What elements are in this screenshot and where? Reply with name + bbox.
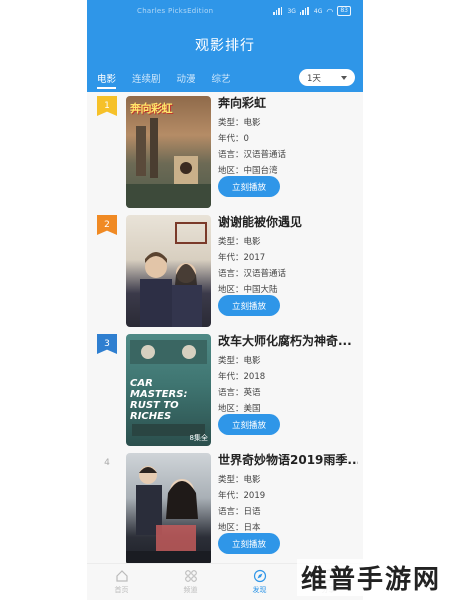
type-label: 类型： [218, 356, 244, 366]
region-value: 日本 [243, 523, 261, 533]
region-value: 中国台湾 [243, 166, 278, 176]
type-label: 类型： [218, 475, 244, 485]
region-value: 美国 [243, 404, 261, 414]
poster-image[interactable]: 奔向彩虹 [126, 96, 211, 208]
type-value: 电影 [243, 118, 261, 128]
signal-icon-2 [299, 7, 309, 15]
play-button[interactable]: 立刻播放 [218, 295, 280, 316]
nav-home[interactable]: 首页 [115, 569, 129, 595]
year-value: 2019 [243, 491, 266, 501]
play-button[interactable]: 立刻播放 [218, 176, 280, 197]
language-value: 汉语普通话 [243, 269, 287, 279]
rank-badge: 2 [97, 215, 117, 235]
page-title: 观影排行 [195, 38, 255, 54]
year-label: 年代： [218, 134, 244, 144]
region-label: 地区： [218, 404, 244, 414]
movie-info: 奔向彩虹 类型：电影 年代：0 语言：汉语普通话 地区：中国台湾 [218, 94, 358, 176]
list-item: 4 世界奇妙物语2019雨季... 类型：电影 年代：2019 语言：日语 地区… [87, 449, 363, 567]
nav-channel[interactable]: 频道 [184, 569, 198, 595]
list-item: 1 奔向彩虹 奔向彩虹 类型：电影 年代：0 语言：汉语普通话 地区：中国台湾 … [87, 92, 363, 210]
poster-title: CAR MASTERS: RUST TO RICHES [130, 378, 188, 422]
year-label: 年代： [218, 253, 244, 263]
play-button[interactable]: 立刻播放 [218, 414, 280, 435]
home-icon [115, 570, 128, 582]
type-value: 电影 [243, 237, 261, 247]
tab-anime[interactable]: 动漫 [177, 71, 196, 85]
poster-image[interactable] [126, 453, 211, 565]
region-value: 中国大陆 [243, 285, 278, 295]
movie-title[interactable]: 谢谢能被你遇见 [218, 213, 358, 230]
poster-image[interactable] [126, 215, 211, 327]
tab-series[interactable]: 连续剧 [132, 71, 161, 85]
play-button[interactable]: 立刻播放 [218, 533, 280, 554]
status-icons: 3G 4G ◠ 83 [273, 6, 351, 16]
type-label: 类型： [218, 237, 244, 247]
chevron-down-icon [341, 75, 347, 80]
category-tabs: 电影 连续剧 动漫 综艺 [97, 71, 231, 89]
rank-badge: 3 [97, 334, 117, 354]
poster-title: 奔向彩虹 [130, 102, 173, 115]
language-value: 英语 [243, 388, 261, 398]
wifi-icon: ◠ [326, 6, 334, 16]
grid-icon [184, 570, 197, 582]
movie-info: 谢谢能被你遇见 类型：电影 年代：2017 语言：汉语普通话 地区：中国大陆 [218, 213, 358, 295]
nav-discover-label: 发现 [252, 586, 267, 594]
year-label: 年代： [218, 491, 244, 501]
nav-channel-label: 频道 [183, 586, 198, 594]
language-label: 语言： [218, 269, 244, 279]
poster-art [140, 222, 207, 327]
region-label: 地区： [218, 523, 244, 533]
poster-image[interactable]: CAR MASTERS: RUST TO RICHES 8集全 [126, 334, 211, 446]
type-label: 类型： [218, 118, 244, 128]
signal-icon [273, 7, 283, 15]
rank-badge: 1 [97, 96, 117, 116]
phone-screen: Charles PicksEdition 3G 4G ◠ 83 观影排行 电影 … [87, 0, 363, 600]
movie-title[interactable]: 世界奇妙物语2019雨季... [218, 451, 358, 468]
tab-movies[interactable]: 电影 [97, 71, 117, 89]
rank-number: 4 [104, 458, 110, 468]
header: 观影排行 电影 连续剧 动漫 综艺 1天 [87, 22, 363, 92]
status-bar: Charles PicksEdition 3G 4G ◠ 83 [87, 0, 363, 22]
region-label: 地区： [218, 285, 244, 295]
year-value: 0 [243, 134, 249, 144]
year-label: 年代： [218, 372, 244, 382]
nav-discover[interactable]: 发现 [253, 569, 267, 595]
type-value: 电影 [243, 475, 261, 485]
movie-title[interactable]: 奔向彩虹 [218, 94, 358, 111]
region-label: 地区： [218, 166, 244, 176]
nav-home-label: 首页 [114, 586, 129, 594]
poster-art [126, 466, 211, 565]
signal-type-2: 4G [313, 7, 323, 15]
period-dropdown[interactable]: 1天 [299, 69, 355, 86]
language-value: 日语 [243, 507, 261, 517]
year-value: 2018 [243, 372, 266, 382]
movie-info: 世界奇妙物语2019雨季... 类型：电影 年代：2019 语言：日语 地区：日… [218, 451, 358, 533]
language-value: 汉语普通话 [243, 150, 287, 160]
watermark-logo: 维普手游网 [296, 559, 445, 596]
type-value: 电影 [243, 356, 261, 366]
language-label: 语言： [218, 388, 244, 398]
episode-badge: 8集全 [189, 434, 208, 442]
year-value: 2017 [243, 253, 266, 263]
language-label: 语言： [218, 150, 244, 160]
period-value: 1天 [307, 73, 321, 84]
battery-icon: 83 [337, 6, 351, 16]
list-item: 2 谢谢能被你遇见 类型：电影 年代：2017 语言：汉语普通话 地区：中国大陆 [87, 211, 363, 329]
list-item: 3 CAR MASTERS: RUST TO RICHES 8集全 改车大师化腐… [87, 330, 363, 448]
language-label: 语言： [218, 507, 244, 517]
compass-icon [253, 569, 266, 583]
carrier-name: Charles PicksEdition [137, 7, 214, 15]
signal-type-1: 3G [287, 7, 296, 15]
movie-title[interactable]: 改车大师化腐朽为神奇... [218, 332, 358, 349]
movie-info: 改车大师化腐朽为神奇... 类型：电影 年代：2018 语言：英语 地区：美国 [218, 332, 358, 414]
tab-variety[interactable]: 综艺 [212, 71, 231, 85]
